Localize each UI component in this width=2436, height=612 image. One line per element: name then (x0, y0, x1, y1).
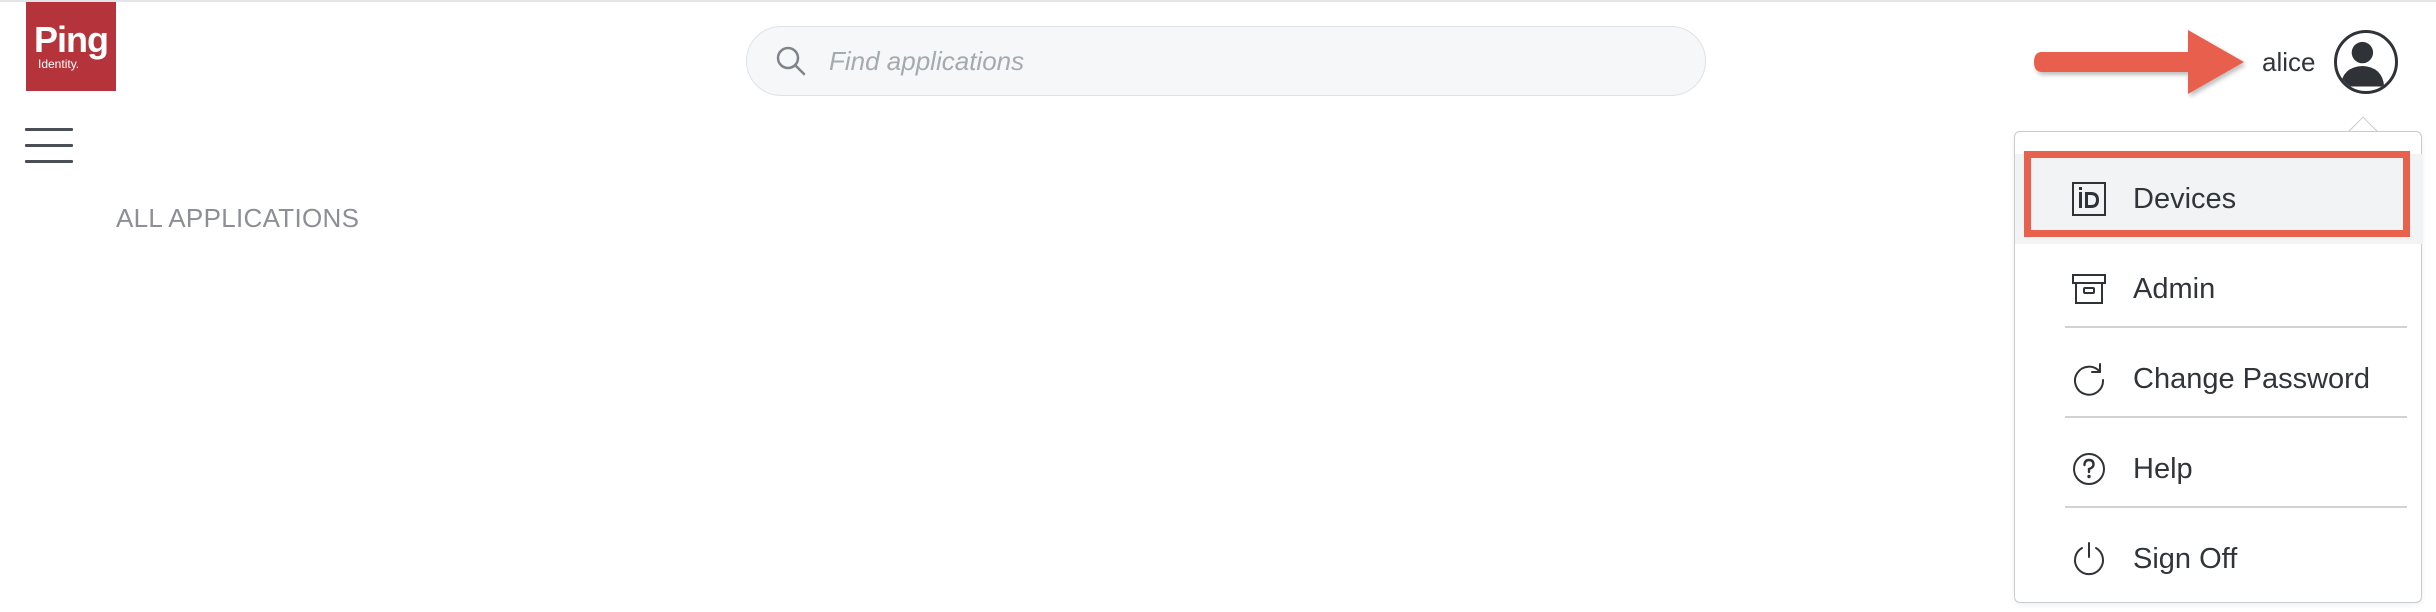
search-input[interactable] (829, 39, 1679, 83)
question-circle-icon (2073, 453, 2105, 485)
menu-item-label: Devices (2133, 183, 2237, 215)
hamburger-menu-icon[interactable] (25, 124, 73, 166)
menu-item-change-password[interactable]: Change Password (2015, 334, 2423, 424)
logo-wordmark: Ping (34, 18, 109, 60)
menu-item-label: Admin (2133, 273, 2216, 305)
person-icon (2340, 41, 2385, 87)
power-icon (2074, 542, 2104, 576)
logo-subtext: Identity. (38, 56, 80, 71)
menu-divider (2065, 506, 2407, 508)
menu-item-label: Help (2133, 453, 2193, 485)
menu-item-devices[interactable]: Devices (2015, 154, 2423, 244)
menu-divider (2065, 326, 2407, 328)
menu-item-admin[interactable]: Admin (2015, 244, 2423, 334)
user-dropdown-menu: Devices Admin Change Password Help Sign … (2014, 131, 2423, 604)
user-avatar-icon[interactable] (2334, 30, 2398, 94)
menu-item-label: Sign Off (2133, 543, 2238, 575)
archive-box-icon (2072, 274, 2106, 304)
search-icon (776, 46, 806, 76)
menu-item-sign-off[interactable]: Sign Off (2015, 514, 2423, 604)
section-heading: ALL APPLICATIONS (116, 203, 360, 233)
id-card-icon (2072, 182, 2106, 216)
username-label[interactable]: alice (2262, 47, 2315, 78)
menu-item-help[interactable]: Help (2015, 424, 2423, 514)
annotation-arrow (2034, 30, 2244, 94)
search-bar[interactable] (746, 26, 1706, 96)
menu-divider (2065, 416, 2407, 418)
ping-identity-logo[interactable]: Ping Identity. (26, 2, 116, 91)
menu-item-label: Change Password (2133, 363, 2370, 395)
top-border (0, 0, 2436, 2)
refresh-icon (2074, 363, 2105, 396)
